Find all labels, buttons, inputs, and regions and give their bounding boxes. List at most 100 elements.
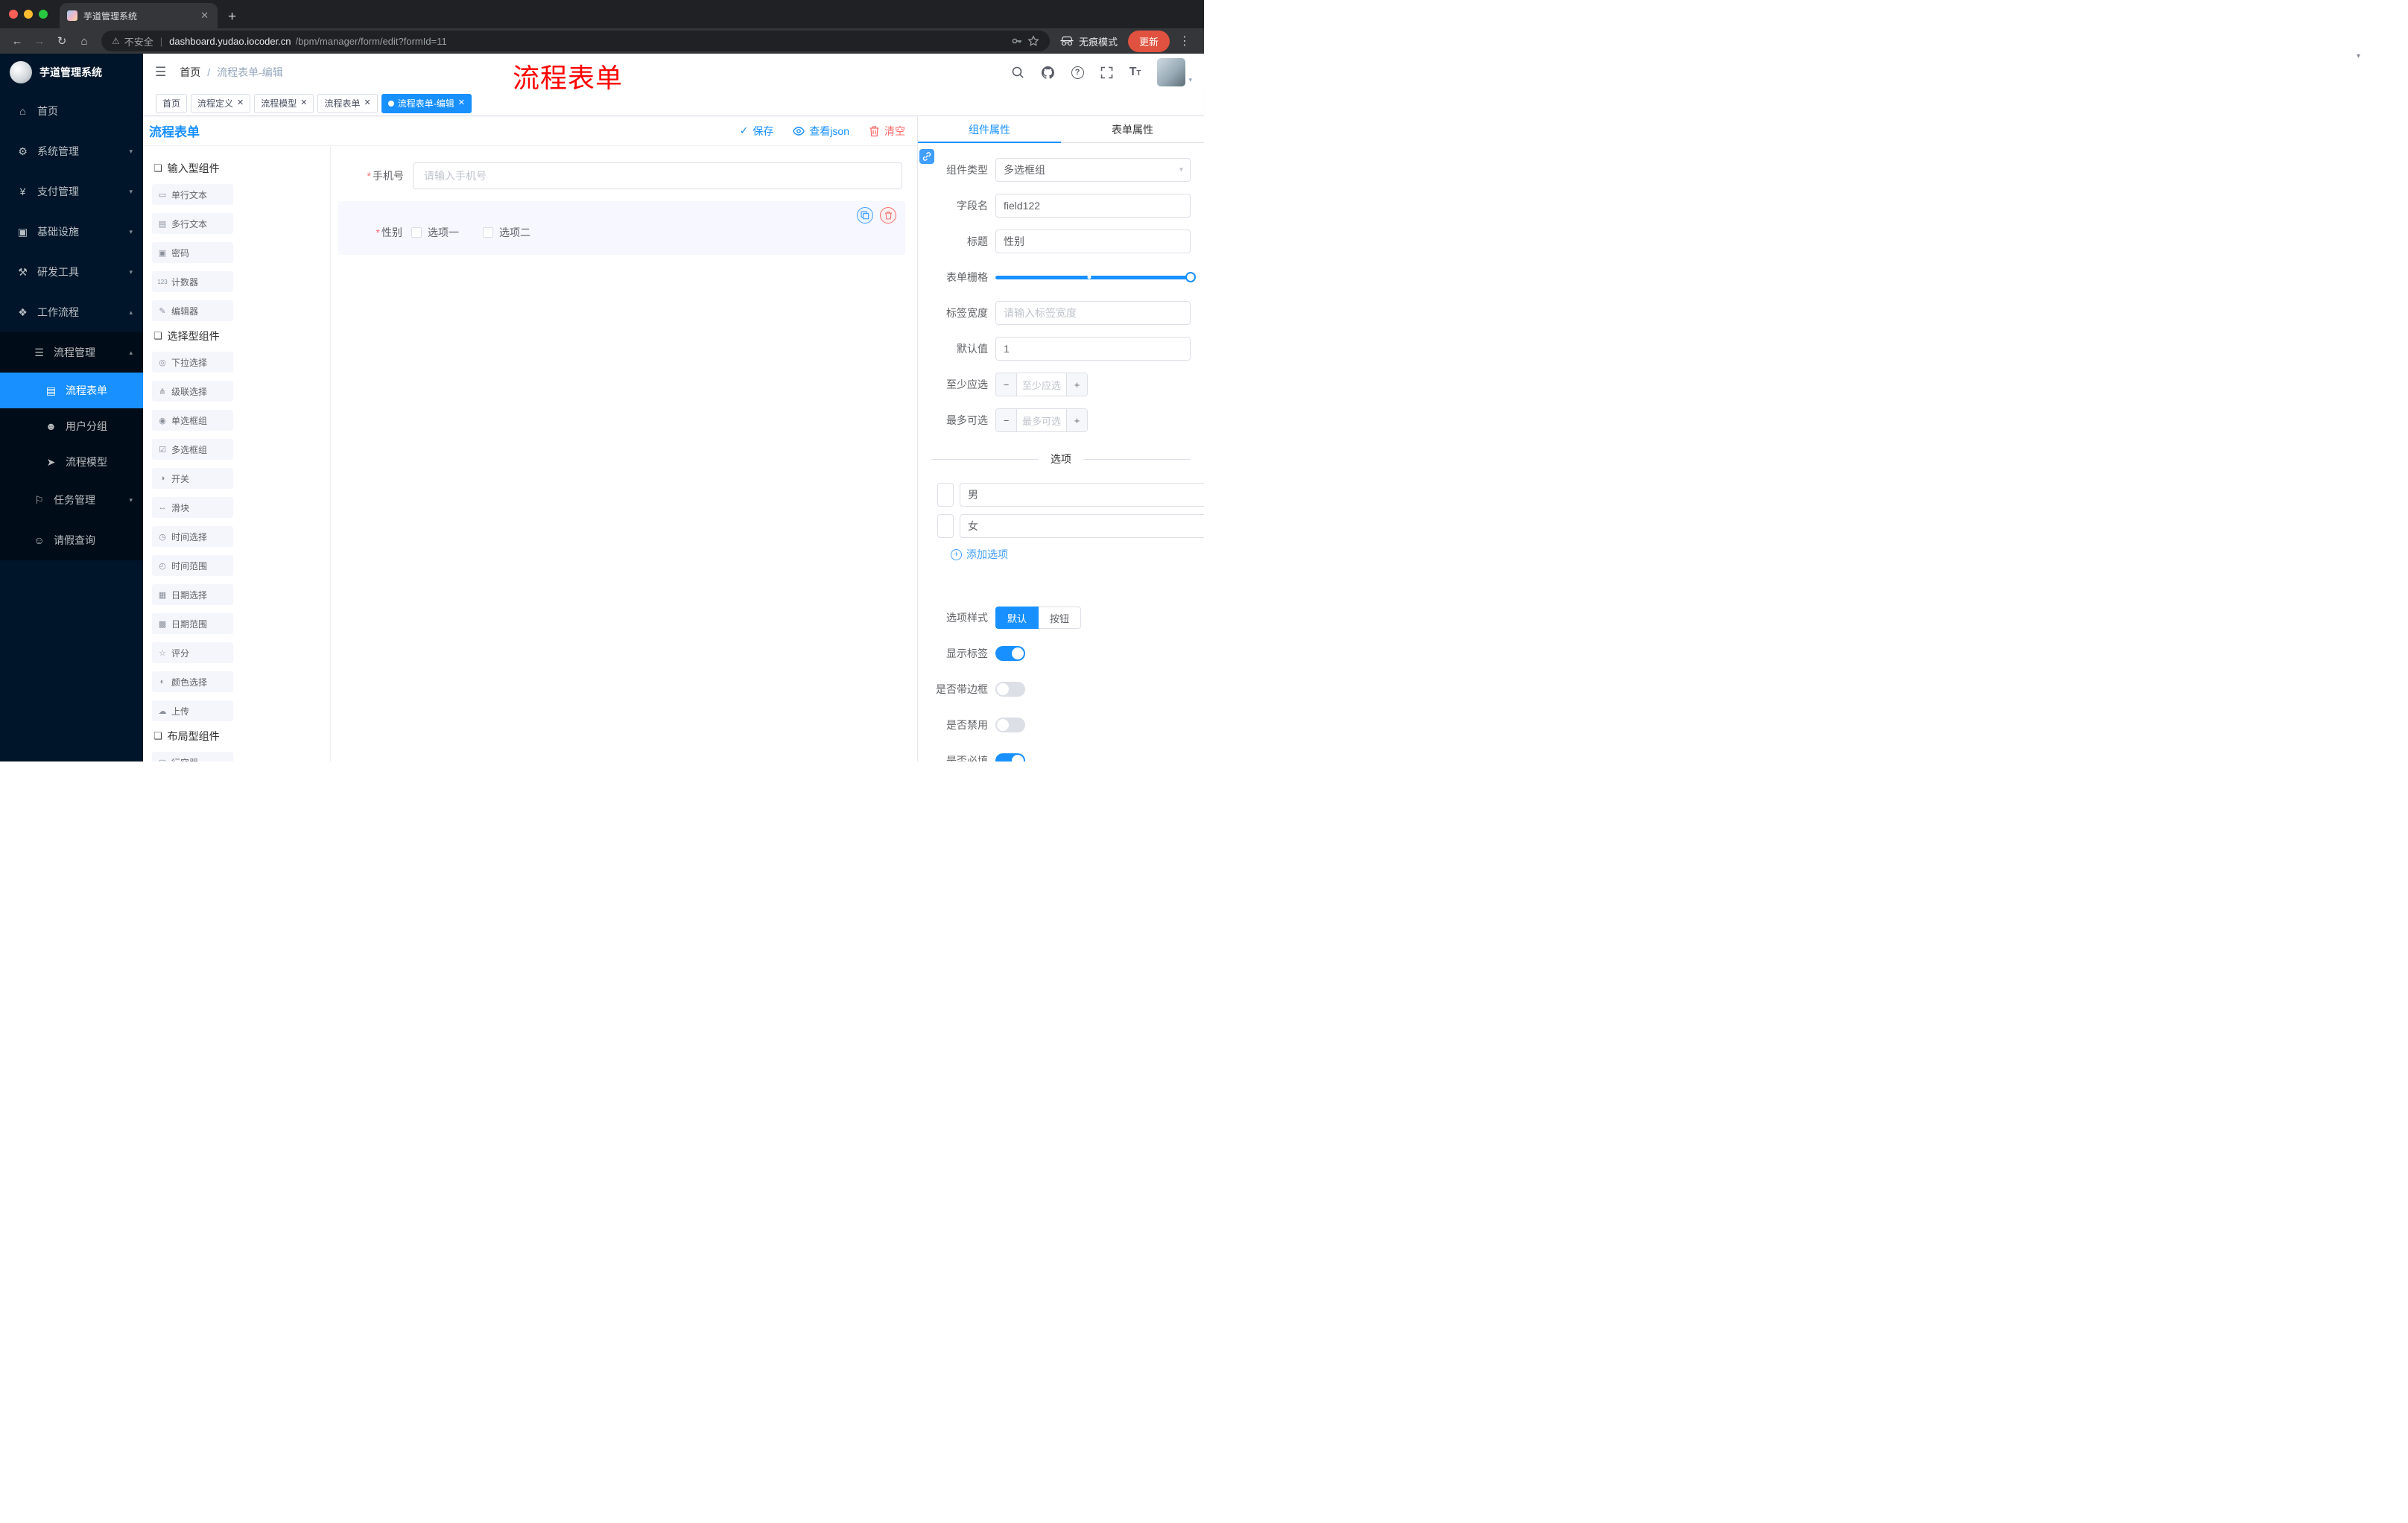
palette-item-counter[interactable]: 123 计数器	[152, 271, 233, 292]
palette-item-color-picker[interactable]: ◐ 颜色选择	[152, 671, 233, 692]
forward-button[interactable]: →	[30, 31, 49, 51]
sidebar-item-process-management[interactable]: ☰ 流程管理 ▴	[0, 332, 143, 373]
min-select-stepper[interactable]: − 至少应选 +	[995, 373, 1088, 396]
palette-item-date-picker[interactable]: ▦ 日期选择	[152, 584, 233, 605]
tag-process-model[interactable]: 流程模型 ✕	[254, 93, 314, 113]
browser-update-button[interactable]: 更新	[1127, 30, 1170, 52]
avatar[interactable]	[1157, 58, 1186, 86]
sidebar-item-leave-query[interactable]: ☺ 请假查询	[0, 520, 143, 560]
breadcrumb-home[interactable]: 首页	[180, 65, 200, 80]
tab-close-icon[interactable]: ✕	[199, 10, 210, 22]
gender-option-2[interactable]: 选项二	[483, 225, 530, 240]
phone-input[interactable]	[413, 162, 902, 189]
slider-track[interactable]	[995, 272, 1196, 282]
sidebar-item-process-model[interactable]: ➤ 流程模型	[0, 444, 143, 480]
sidebar-item-workflow[interactable]: ❖ 工作流程 ▴	[0, 292, 143, 332]
minimize-window-button[interactable]	[24, 10, 33, 19]
form-canvas[interactable]: * 手机号 请输入手机号 * 性别 选项一 选项二	[331, 146, 917, 762]
palette-item-dropdown[interactable]: ◎ 下拉选择	[152, 352, 233, 373]
tag-home[interactable]: 首页	[156, 93, 188, 113]
palette-item-cascader[interactable]: ⋔ 级联选择	[152, 381, 233, 402]
zoom-window-button[interactable]	[39, 10, 48, 19]
option-value-input[interactable]	[960, 483, 1204, 507]
search-icon[interactable]	[1011, 66, 1024, 79]
view-json-button[interactable]: 查看json	[793, 124, 849, 139]
palette-item-switch[interactable]: ◑ 开关	[152, 468, 233, 489]
palette-item-time-picker[interactable]: ◷ 时间选择	[152, 526, 233, 547]
canvas-field-phone[interactable]: * 手机号	[338, 159, 905, 192]
sidebar-item-home[interactable]: ⌂ 首页	[0, 91, 143, 131]
palette-item-slider[interactable]: ↔ 滑块	[152, 497, 233, 518]
bookmark-star-icon[interactable]	[1027, 35, 1039, 47]
plus-icon[interactable]: +	[1066, 373, 1087, 396]
option-value-input[interactable]	[960, 514, 1204, 538]
component-type-select[interactable]: 多选框组	[995, 158, 1191, 182]
disabled-toggle[interactable]	[995, 718, 1025, 732]
required-toggle[interactable]	[995, 753, 1025, 762]
max-select-stepper[interactable]: − 最多可选 +	[995, 408, 1088, 432]
tab-component-props[interactable]: 组件属性	[918, 116, 1061, 143]
sidebar-item-infrastructure[interactable]: ▣ 基础设施 ▾	[0, 212, 143, 252]
sidebar-item-task-management[interactable]: ⚐ 任务管理 ▾	[0, 480, 143, 520]
delete-field-button[interactable]	[880, 207, 896, 224]
sidebar-item-payment[interactable]: ¥ 支付管理 ▾	[0, 171, 143, 212]
palette-item-radio-group[interactable]: ◉ 单选框组	[152, 410, 233, 431]
copy-field-button[interactable]	[857, 207, 873, 224]
palette-item-password[interactable]: ▣ 密码	[152, 242, 233, 263]
palette-item-editor[interactable]: ✎ 编辑器	[152, 300, 233, 321]
palette-item-multi-line-text[interactable]: ▤ 多行文本	[152, 213, 233, 234]
address-bar[interactable]: ⚠ 不安全 | dashboard.yudao.iocoder.cn /bpm/…	[101, 31, 1050, 51]
palette-item-upload[interactable]: ☁ 上传	[152, 700, 233, 721]
close-window-button[interactable]	[9, 10, 18, 19]
palette-item-single-line-text[interactable]: ▭ 单行文本	[152, 184, 233, 205]
default-value-input[interactable]	[995, 337, 1191, 361]
fullscreen-icon[interactable]	[1100, 66, 1113, 79]
border-toggle[interactable]	[995, 682, 1025, 697]
font-size-icon[interactable]: TT	[1129, 66, 1141, 78]
browser-menu-icon[interactable]: ⋮	[1173, 34, 1197, 48]
link-button[interactable]	[919, 149, 934, 164]
canvas-field-gender-selected[interactable]: * 性别 选项一 选项二	[338, 201, 905, 255]
sidebar-collapse-icon[interactable]: ☰	[155, 65, 166, 80]
clear-button[interactable]: 清空	[869, 124, 905, 139]
tag-process-definition[interactable]: 流程定义 ✕	[191, 93, 251, 113]
tag-process-form-edit[interactable]: 流程表单-编辑 ✕	[381, 93, 472, 113]
password-key-icon[interactable]	[1011, 35, 1023, 47]
title-input[interactable]	[995, 229, 1191, 253]
field-name-input[interactable]	[995, 194, 1191, 218]
gender-option-1[interactable]: 选项一	[411, 225, 459, 240]
home-button[interactable]: ⌂	[75, 31, 94, 51]
palette-item-rate[interactable]: ☆ 评分	[152, 642, 233, 663]
palette-item-checkbox-group[interactable]: ☑ 多选框组	[152, 439, 233, 460]
slider-handle[interactable]	[1185, 272, 1196, 282]
help-icon[interactable]: ?	[1071, 66, 1084, 79]
close-icon[interactable]: ✕	[364, 99, 371, 107]
tag-process-form[interactable]: 流程表单 ✕	[317, 93, 378, 113]
plus-icon[interactable]: +	[1066, 409, 1087, 431]
new-tab-button[interactable]: +	[228, 10, 236, 24]
label-width-input[interactable]	[995, 301, 1191, 325]
palette-item-date-range[interactable]: ▩ 日期范围	[152, 613, 233, 634]
style-button-button[interactable]: 按钮	[1039, 607, 1082, 629]
form-grid-slider[interactable]	[995, 265, 1196, 289]
close-icon[interactable]: ✕	[300, 99, 307, 107]
palette-item-row-container[interactable]: ▢行容器	[152, 752, 233, 762]
save-button[interactable]: ✓ 保存	[740, 124, 774, 139]
style-default-button[interactable]: 默认	[995, 607, 1039, 629]
option-label-input[interactable]	[937, 483, 954, 507]
reload-button[interactable]: ↻	[52, 31, 72, 51]
close-icon[interactable]: ✕	[237, 99, 244, 107]
show-label-toggle[interactable]	[995, 646, 1025, 661]
option-label-input[interactable]	[937, 514, 954, 538]
minus-icon[interactable]: −	[996, 409, 1017, 431]
add-option-button[interactable]: + 添加选项	[951, 547, 1191, 562]
browser-tab[interactable]: 芋道管理系统 ✕	[60, 3, 218, 28]
sidebar-item-process-form[interactable]: ▤ 流程表单	[0, 373, 143, 408]
back-button[interactable]: ←	[7, 31, 27, 51]
sidebar-item-devtools[interactable]: ⚒ 研发工具 ▾	[0, 252, 143, 292]
sidebar-item-user-group[interactable]: ☻ 用户分组	[0, 408, 143, 444]
update-caret-icon[interactable]: ▾	[2357, 52, 2360, 60]
minus-icon[interactable]: −	[996, 373, 1017, 396]
close-icon[interactable]: ✕	[458, 99, 465, 107]
palette-item-time-range[interactable]: ◴ 时间范围	[152, 555, 233, 576]
